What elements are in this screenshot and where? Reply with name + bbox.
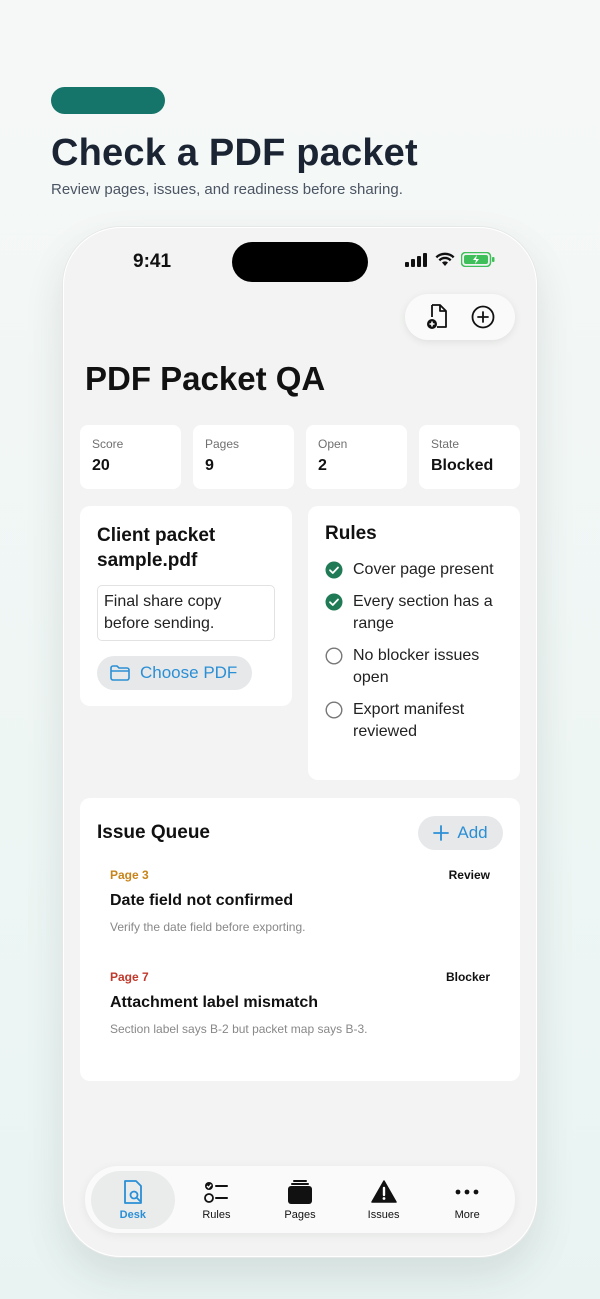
stat-value: 9: [205, 457, 214, 474]
file-name: Client packet sample.pdf: [97, 525, 216, 571]
rule-label: Every section has a range: [353, 593, 493, 632]
add-label: Add: [457, 823, 488, 842]
issue-tag: Review: [448, 868, 490, 882]
tab-pages[interactable]: Pages: [258, 1171, 342, 1229]
tab-label: Desk: [119, 1208, 146, 1221]
add-document-button[interactable]: [422, 301, 454, 333]
stats-row: Score 20 Pages 9 Open 2 State Blocked: [80, 425, 520, 489]
stat-label: Open: [318, 437, 348, 451]
file-card: Client packet sample.pdf Final share cop…: [80, 506, 292, 706]
issue-description: Verify the date field before exporting.: [110, 920, 306, 934]
dynamic-island: [232, 242, 368, 282]
tab-rules[interactable]: Rules: [175, 1171, 259, 1229]
folder-icon: [110, 665, 130, 681]
plus-circle-icon: [471, 305, 494, 329]
issue-title: Attachment label mismatch: [110, 994, 319, 1011]
tab-label: More: [454, 1208, 480, 1221]
tab-desk[interactable]: Desk: [91, 1170, 175, 1229]
empty-circle-icon: [325, 647, 343, 665]
check-circle-icon: [325, 593, 343, 611]
phone-frame: 9:41 PDF Packet QA Score 20 Pages 9 Open…: [63, 227, 537, 1257]
issue-title: Date field not confirmed: [110, 892, 294, 909]
battery-icon: [461, 252, 495, 267]
plus-icon: [433, 825, 450, 841]
rule-item[interactable]: No blocker issues open: [325, 645, 503, 689]
rule-item[interactable]: Cover page present: [325, 559, 503, 581]
issue-tag: Blocker: [445, 970, 490, 984]
stat-pages: Pages 9: [193, 425, 294, 489]
empty-circle-icon: [325, 701, 343, 719]
rule-item[interactable]: Every section has a range: [325, 591, 503, 635]
stat-label: Score: [92, 437, 124, 451]
rule-label: Cover page present: [353, 561, 494, 578]
page-title: PDF Packet QA: [85, 360, 326, 397]
issue-meta: Page 3 Review: [110, 868, 490, 882]
tab-label: Pages: [284, 1208, 316, 1221]
add-document-icon: [426, 304, 447, 329]
tab-bar: Desk Rules Pages Issues More: [85, 1166, 515, 1233]
stat-label: Pages: [205, 437, 240, 451]
stat-value: 2: [318, 457, 327, 474]
tab-label: Rules: [202, 1208, 231, 1221]
stat-label: State: [431, 437, 460, 451]
queue-header: Issue Queue Add: [97, 816, 503, 850]
signal-icon: [405, 252, 427, 267]
issue-queue-card: Issue Queue Add Page 3 Review Date field…: [80, 798, 520, 1081]
hero-title: Check a PDF packet: [51, 132, 418, 174]
stat-state: State Blocked: [419, 425, 520, 489]
status-icons: [405, 252, 495, 267]
rules-title: Rules: [325, 523, 377, 544]
rule-item[interactable]: Export manifest reviewed: [325, 699, 503, 743]
status-time: 9:41: [133, 251, 172, 272]
issue-page: Page 7: [110, 970, 149, 984]
choose-pdf-label: Choose PDF: [140, 663, 238, 682]
rule-label: Export manifest reviewed: [353, 701, 465, 740]
stat-value: Blocked: [431, 457, 494, 474]
hero-subtitle: Review pages, issues, and readiness befo…: [51, 181, 403, 198]
tab-more[interactable]: More: [425, 1171, 509, 1229]
pages-stack-icon: [287, 1179, 312, 1204]
warning-icon: [370, 1179, 397, 1203]
brand-pill: [51, 87, 165, 114]
rules-card: Rules Cover page present Every section h…: [308, 506, 520, 780]
stat-score: Score 20: [80, 425, 181, 489]
more-dots-icon: [455, 1189, 479, 1194]
issue-meta: Page 7 Blocker: [110, 970, 490, 984]
add-button[interactable]: [467, 301, 499, 333]
issue-item[interactable]: Page 3 Review Date field not confirmed V…: [97, 868, 503, 934]
add-issue-button[interactable]: Add: [418, 816, 503, 850]
choose-pdf-button[interactable]: Choose PDF: [97, 656, 252, 690]
file-note-field[interactable]: Final share copy before sending.: [97, 585, 275, 641]
tab-label: Issues: [367, 1208, 400, 1221]
stat-value: 20: [92, 457, 110, 474]
check-circle-icon: [325, 561, 343, 579]
rule-label: No blocker issues open: [353, 647, 480, 686]
issue-item[interactable]: Page 7 Blocker Attachment label mismatch…: [97, 970, 503, 1036]
issue-page: Page 3: [110, 868, 149, 882]
issue-description: Section label says B-2 but packet map sa…: [110, 1022, 368, 1036]
header-actions: [405, 294, 515, 340]
stat-open: Open 2: [306, 425, 407, 489]
desk-search-icon: [123, 1179, 142, 1204]
wifi-icon: [435, 252, 455, 266]
queue-title: Issue Queue: [97, 822, 210, 843]
checklist-icon: [204, 1181, 229, 1203]
tab-issues[interactable]: Issues: [342, 1171, 426, 1229]
